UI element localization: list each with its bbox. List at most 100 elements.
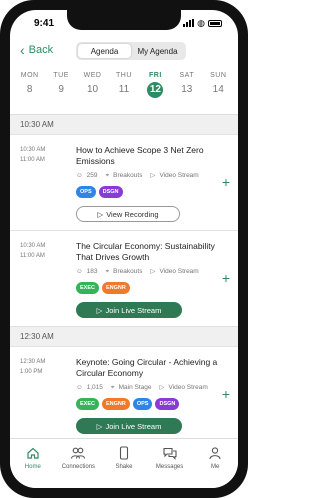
bottom-tab-bar: Home Connections Shake Messages Me [10,438,238,488]
people-icon [56,445,100,461]
tag-exec[interactable]: EXEC [76,398,99,410]
session-end-time: 1:00 PM [20,369,43,375]
chat-icon [148,445,192,461]
location-pin-icon: ⌖ [105,172,110,179]
chevron-left-icon: ‹ [20,42,25,58]
session-tags: EXEC ENGNR OPS DSGN [76,398,218,410]
session-times: 10:30 AM 11:00 AM [20,241,45,261]
session-times: 10:30 AM 11:00 AM [20,145,45,165]
session-content: Keynote: Going Circular - Achieving a Ci… [76,355,218,434]
session-times: 12:30 AM 1:00 PM [20,357,45,377]
people-icon: ☺ [76,384,83,391]
play-icon: ▷ [150,268,156,275]
day-mon[interactable]: MON 8 [17,72,43,108]
day-tue[interactable]: TUE 9 [48,72,74,108]
day-date: 10 [86,84,99,95]
app-screen: 9:41 ◍ ‹ Back Agenda My Agenda MON 8 TUE 9 W… [10,10,238,488]
day-fri[interactable]: FRI 12 [142,72,168,108]
tab-label: Connections [61,464,96,470]
play-icon: ▷ [159,384,165,391]
tag-dsgn[interactable]: DSGN [155,398,180,410]
tab-messages[interactable]: Messages [148,445,192,488]
location-pin-icon: ⌖ [105,268,110,275]
tab-my-agenda[interactable]: My Agenda [131,44,184,58]
tag-engnr[interactable]: ENGNR [101,398,130,410]
attendee-count: ☺ 183 [76,268,102,275]
tag-ops[interactable]: OPS [132,398,153,410]
video-stream: ▷ Video Stream [159,384,211,391]
wifi-icon: ◍ [197,18,205,28]
video-stream-label: Video Stream [168,384,208,391]
people-icon: ☺ [76,172,83,179]
session-list[interactable]: 10:30 AM 10:30 AM 11:00 AM How to Achieve S… [10,114,238,438]
day-name: MON [20,72,39,79]
status-icons: ◍ [183,18,222,28]
day-name: SUN [210,72,227,79]
attendee-count-value: 259 [86,172,98,179]
day-wed[interactable]: WED 10 [80,72,106,108]
attendee-count-value: 1,015 [86,384,103,391]
location-name: Breakouts [113,268,143,275]
tab-agenda[interactable]: Agenda [78,44,131,58]
session-title: Keynote: Going Circular - Achieving a Ci… [76,357,218,378]
join-live-stream-button[interactable]: ▷ Join Live Stream [76,302,182,318]
home-icon [11,445,55,461]
session-end-time: 11:00 AM [20,253,45,259]
play-icon: ▷ [97,209,104,219]
tag-ops[interactable]: OPS [76,186,96,198]
day-thu[interactable]: THU 11 [111,72,137,108]
location-name: Breakouts [113,172,143,179]
session-start-time: 10:30 AM [20,147,46,153]
tag-dsgn[interactable]: DSGN [98,186,123,198]
tab-shake[interactable]: Shake [102,445,146,488]
session-content: How to Achieve Scope 3 Net Zero Emission… [76,143,218,222]
session-card[interactable]: 10:30 AM 11:00 AM The Circular Economy: Su… [10,231,238,327]
location-pin-icon: ⌖ [110,384,115,391]
location: ⌖ Breakouts [106,268,147,275]
add-to-agenda-icon[interactable]: + [222,387,230,401]
attendee-count: ☺ 259 [76,172,102,179]
session-meta: ☺ 183 ⌖ Breakouts ▷ Video Stream [76,267,218,277]
tab-connections[interactable]: Connections [56,445,100,488]
day-date: 14 [212,84,224,95]
tag-exec[interactable]: EXEC [76,282,99,294]
session-card[interactable]: 12:30 AM 1:00 PM Keynote: Going Circular -… [10,347,238,438]
play-icon: ▷ [96,305,103,315]
tab-label: Home [24,464,41,470]
session-tags: EXEC ENGNR [76,282,218,294]
time-section-header: 10:30 AM [10,115,238,135]
day-date: 9 [58,84,64,95]
session-content: The Circular Economy: Sustainability Tha… [76,239,218,318]
session-meta: ☺ 1,015 ⌖ Main Stage ▷ Video Stream [76,383,218,393]
day-date: 13 [181,84,193,95]
tag-engnr[interactable]: ENGNR [101,282,130,294]
session-start-time: 10:30 AM [20,243,46,249]
tab-me[interactable]: Me [193,445,237,488]
day-date: 8 [26,84,33,95]
video-stream: ▷ Video Stream [150,172,202,179]
day-sat[interactable]: SAT 13 [174,72,200,108]
play-icon: ▷ [150,172,156,179]
back-button[interactable]: ‹ Back [20,42,54,58]
join-live-stream-button[interactable]: ▷ Join Live Stream [76,418,182,434]
signal-icon [183,19,195,27]
phone-shake-icon [102,445,146,461]
play-icon: ▷ [96,421,103,431]
battery-icon [208,19,222,27]
week-selector: MON 8 TUE 9 WED 10 THU 11 FRI 12 SAT 13 SUN 14 [10,72,238,108]
view-recording-button[interactable]: ▷ View Recording [76,206,180,222]
video-stream: ▷ Video Stream [150,268,202,275]
session-tags: OPS DSGN [76,186,218,198]
add-to-agenda-icon[interactable]: + [222,175,230,189]
tab-label: Messages [155,464,184,470]
phone-frame: 9:41 ◍ ‹ Back Agenda My Agenda MON 8 TUE 9 W… [0,0,248,498]
session-title: How to Achieve Scope 3 Net Zero Emission… [76,145,204,166]
location-name: Main Stage [118,384,152,391]
tab-home[interactable]: Home [11,445,55,488]
button-label: Join Live Stream [105,421,162,431]
day-sun[interactable]: SUN 14 [205,72,231,108]
back-label: Back [28,44,54,56]
add-to-agenda-icon[interactable]: + [222,271,230,285]
session-card[interactable]: 10:30 AM 11:00 AM How to Achieve Scope 3 N… [10,135,238,231]
video-stream-label: Video Stream [159,172,199,179]
